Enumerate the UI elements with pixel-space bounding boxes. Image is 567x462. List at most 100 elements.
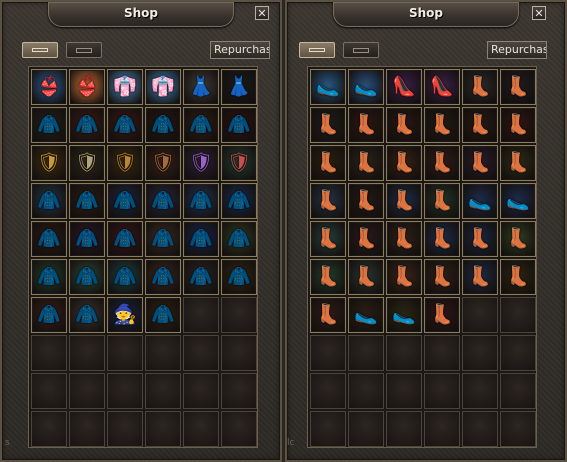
item-slot[interactable]: 👘 [107, 69, 143, 105]
item-slot[interactable]: 🧥 [183, 221, 219, 257]
item-slot[interactable]: 🧥 [69, 297, 105, 333]
empty-slot[interactable] [107, 373, 143, 409]
empty-slot[interactable] [348, 373, 384, 409]
item-slot[interactable]: 👢 [424, 107, 460, 143]
item-slot[interactable]: 👢 [462, 145, 498, 181]
empty-slot[interactable] [69, 335, 105, 371]
repurchase-button[interactable]: Repurchas [210, 41, 270, 59]
item-slot[interactable]: 🧥 [31, 107, 67, 143]
item-slot[interactable]: 👢 [424, 183, 460, 219]
item-slot[interactable]: 👗 [221, 69, 257, 105]
item-slot[interactable]: 🧥 [107, 221, 143, 257]
item-slot[interactable]: 👢 [386, 145, 422, 181]
item-slot[interactable]: 🥿 [462, 183, 498, 219]
repurchase-button[interactable]: Repurchas [487, 41, 547, 59]
empty-slot[interactable] [462, 297, 498, 333]
empty-slot[interactable] [221, 373, 257, 409]
empty-slot[interactable] [145, 411, 181, 447]
item-slot[interactable]: 👢 [310, 297, 346, 333]
item-slot[interactable]: 👢 [500, 145, 536, 181]
item-slot[interactable]: 🛡 [31, 145, 67, 181]
item-slot[interactable]: 👢 [500, 259, 536, 295]
item-slot[interactable]: 🧙 [107, 297, 143, 333]
close-icon[interactable]: ✕ [532, 6, 546, 20]
empty-slot[interactable] [424, 335, 460, 371]
empty-slot[interactable] [310, 335, 346, 371]
item-slot[interactable]: 👢 [424, 297, 460, 333]
item-slot[interactable]: 🧥 [145, 107, 181, 143]
item-slot[interactable]: 👠 [424, 69, 460, 105]
empty-slot[interactable] [386, 373, 422, 409]
item-slot[interactable]: 👢 [310, 145, 346, 181]
empty-slot[interactable] [500, 373, 536, 409]
item-slot[interactable]: 👠 [386, 69, 422, 105]
item-slot[interactable]: 👢 [348, 183, 384, 219]
item-slot[interactable]: 🧥 [145, 221, 181, 257]
empty-slot[interactable] [462, 411, 498, 447]
item-slot[interactable]: 🥿 [500, 183, 536, 219]
empty-slot[interactable] [386, 411, 422, 447]
item-slot[interactable]: 🛡 [69, 145, 105, 181]
item-slot[interactable]: 🧥 [221, 183, 257, 219]
close-icon[interactable]: ✕ [255, 6, 269, 20]
item-slot[interactable]: 🧥 [69, 107, 105, 143]
item-slot[interactable]: 🥿 [310, 69, 346, 105]
empty-slot[interactable] [310, 411, 346, 447]
tab-sell[interactable] [22, 42, 58, 58]
item-slot[interactable]: 🧥 [107, 107, 143, 143]
empty-slot[interactable] [31, 411, 67, 447]
tab-list[interactable] [66, 42, 102, 58]
item-slot[interactable]: 🧥 [31, 221, 67, 257]
item-slot[interactable]: 🧥 [221, 221, 257, 257]
item-slot[interactable]: 👙 [31, 69, 67, 105]
item-slot[interactable]: 🧥 [145, 259, 181, 295]
empty-slot[interactable] [183, 411, 219, 447]
item-slot[interactable]: 👢 [462, 69, 498, 105]
item-slot[interactable]: 👢 [462, 259, 498, 295]
empty-slot[interactable] [31, 335, 67, 371]
item-slot[interactable]: 🥿 [348, 297, 384, 333]
item-slot[interactable]: 🧥 [107, 183, 143, 219]
empty-slot[interactable] [107, 411, 143, 447]
item-slot[interactable]: 👢 [386, 183, 422, 219]
item-slot[interactable]: 🛡 [107, 145, 143, 181]
item-slot[interactable]: 🧥 [145, 183, 181, 219]
empty-slot[interactable] [500, 411, 536, 447]
empty-slot[interactable] [183, 297, 219, 333]
item-slot[interactable]: 👢 [310, 107, 346, 143]
item-slot[interactable]: 👢 [462, 221, 498, 257]
empty-slot[interactable] [145, 335, 181, 371]
empty-slot[interactable] [221, 335, 257, 371]
item-slot[interactable]: 🧥 [183, 107, 219, 143]
item-slot[interactable]: 🧥 [69, 183, 105, 219]
item-slot[interactable]: 🥿 [386, 297, 422, 333]
title-bar[interactable]: Shop [333, 2, 519, 27]
item-slot[interactable]: 👢 [424, 145, 460, 181]
item-slot[interactable]: 👢 [310, 259, 346, 295]
item-slot[interactable]: 🧥 [69, 259, 105, 295]
item-slot[interactable]: 🧥 [31, 259, 67, 295]
item-slot[interactable]: 👢 [386, 259, 422, 295]
empty-slot[interactable] [221, 297, 257, 333]
empty-slot[interactable] [221, 411, 257, 447]
item-slot[interactable]: 🧥 [183, 259, 219, 295]
empty-slot[interactable] [183, 335, 219, 371]
item-slot[interactable]: 🛡 [183, 145, 219, 181]
item-slot[interactable]: 👘 [145, 69, 181, 105]
item-slot[interactable]: 🧥 [69, 221, 105, 257]
item-slot[interactable]: 👢 [310, 221, 346, 257]
empty-slot[interactable] [462, 373, 498, 409]
item-slot[interactable]: 🧥 [183, 183, 219, 219]
item-slot[interactable]: 👢 [500, 69, 536, 105]
empty-slot[interactable] [348, 335, 384, 371]
item-slot[interactable]: 🛡 [145, 145, 181, 181]
empty-slot[interactable] [500, 335, 536, 371]
item-slot[interactable]: 🛡 [221, 145, 257, 181]
item-slot[interactable]: 👢 [386, 221, 422, 257]
empty-slot[interactable] [107, 335, 143, 371]
tab-list[interactable] [343, 42, 379, 58]
empty-slot[interactable] [386, 335, 422, 371]
item-slot[interactable]: 🧥 [31, 297, 67, 333]
item-slot[interactable]: 👢 [310, 183, 346, 219]
item-slot[interactable]: 🥿 [348, 69, 384, 105]
